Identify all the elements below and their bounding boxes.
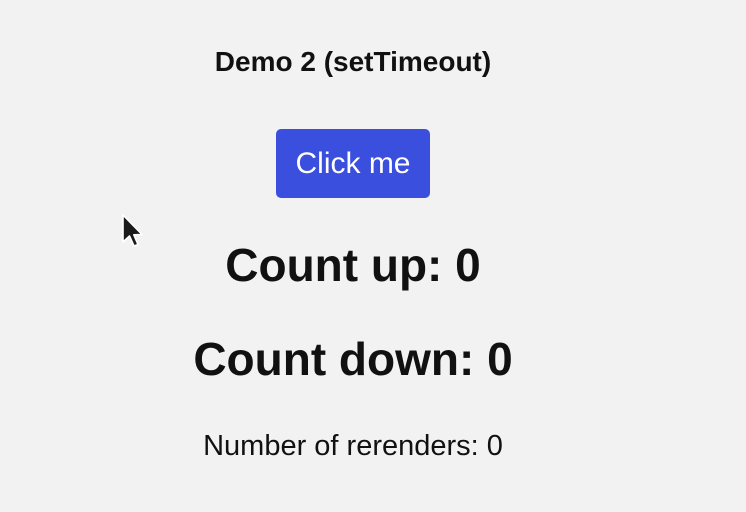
button-container: Click me: [0, 129, 706, 198]
click-me-button[interactable]: Click me: [276, 129, 430, 198]
count-up-text: Count up: 0: [225, 239, 481, 291]
demo-page: Demo 2 (setTimeout) Click me Count up: 0…: [0, 0, 746, 512]
mouse-pointer-icon: [122, 214, 143, 247]
rerenders-text: Number of rerenders: 0: [203, 430, 503, 462]
count-down-text: Count down: 0: [193, 333, 513, 385]
page-title: Demo 2 (setTimeout): [214, 46, 492, 77]
